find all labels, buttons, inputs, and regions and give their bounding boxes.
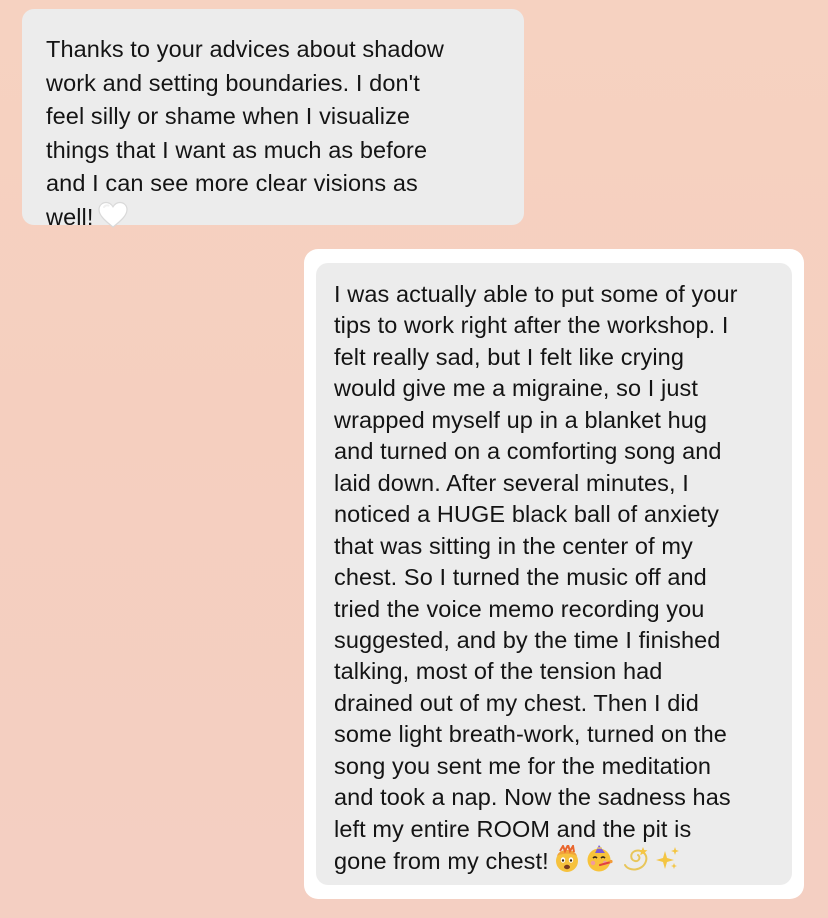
dizzy-icon [621,845,649,873]
message-bubble-received: I was actually able to put some of your … [316,263,792,885]
exploding-head-icon [553,845,581,873]
message-text: I was actually able to put some of your … [334,281,738,875]
sparkles-icon [653,845,681,873]
message-bubble-received: Thanks to your advices about shadow work… [22,9,524,230]
white-heart-icon [97,201,128,229]
partying-face-icon [585,845,613,873]
